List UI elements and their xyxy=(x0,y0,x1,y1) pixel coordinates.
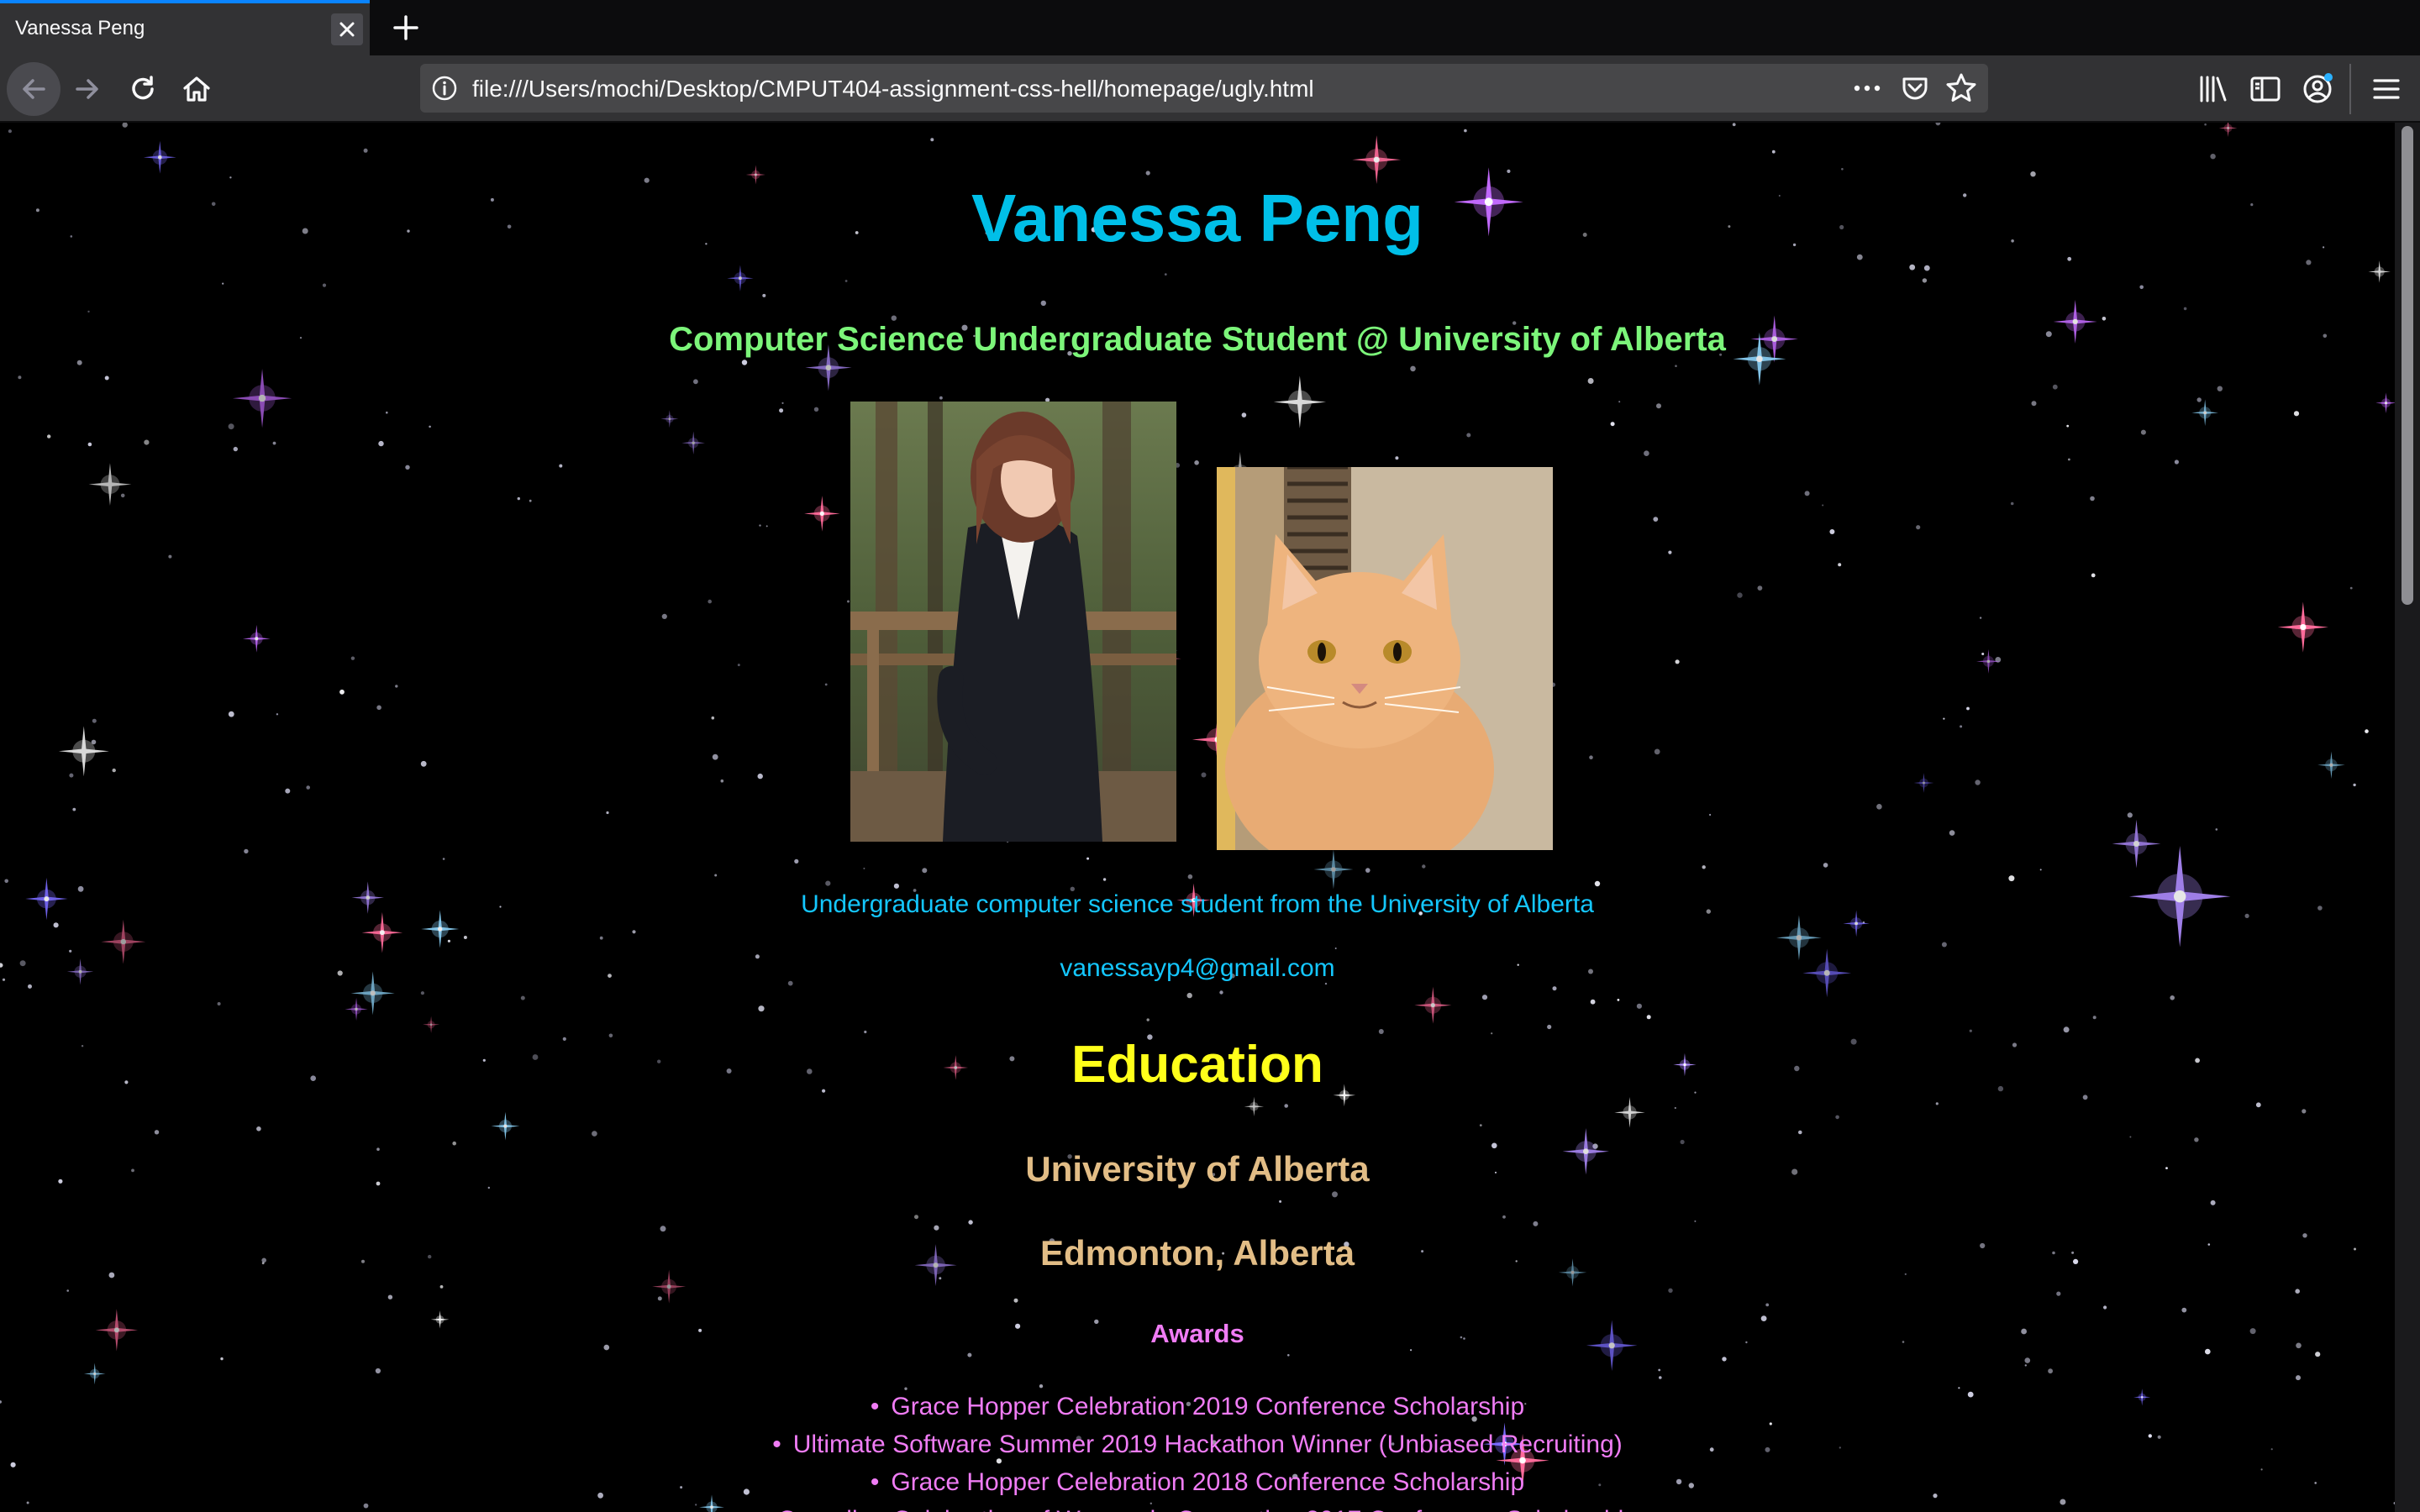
awards-list: Grace Hopper Celebration 2019 Conference… xyxy=(0,1388,2395,1512)
bookmark-star-icon[interactable] xyxy=(1944,71,1978,105)
back-button[interactable] xyxy=(7,62,60,116)
library-icon[interactable] xyxy=(2195,71,2232,108)
address-bar[interactable]: file:///Users/mochi/Desktop/CMPUT404-ass… xyxy=(420,64,1988,113)
account-icon[interactable] xyxy=(2299,71,2336,108)
back-icon xyxy=(23,79,45,99)
university-location: Edmonton, Alberta xyxy=(1039,1233,1355,1273)
email-link[interactable]: vanessayp4@gmail.com xyxy=(0,954,2395,983)
scrollbar-thumb[interactable] xyxy=(2402,126,2413,605)
pocket-icon[interactable] xyxy=(1899,72,1931,104)
active-tab[interactable]: Vanessa Peng xyxy=(0,0,370,55)
home-button[interactable] xyxy=(170,62,224,116)
profile-photo xyxy=(850,402,1176,842)
reload-button[interactable] xyxy=(116,62,170,116)
page-viewport: Vanessa Peng Computer Science Undergradu… xyxy=(0,123,2420,1512)
forward-icon xyxy=(76,79,98,99)
vertical-scrollbar[interactable] xyxy=(2395,123,2420,1512)
url-text[interactable]: file:///Users/mochi/Desktop/CMPUT404-ass… xyxy=(472,76,1314,102)
more-icon[interactable] xyxy=(1849,74,1886,102)
cat-photo xyxy=(1217,467,1553,850)
toolbar-separator xyxy=(2349,64,2351,114)
list-item: Grace Hopper Celebration 2018 Conference… xyxy=(0,1463,2395,1501)
navigation-toolbar: file:///Users/mochi/Desktop/CMPUT404-ass… xyxy=(0,55,2420,123)
subtitle: Computer Science Undergraduate Student @… xyxy=(669,321,1726,358)
list-item: Canadian Celebration of Women in Computi… xyxy=(0,1501,2395,1512)
info-icon[interactable] xyxy=(430,74,459,102)
tab-strip: Vanessa Peng xyxy=(0,0,2420,55)
new-tab-icon[interactable] xyxy=(388,10,424,45)
reload-icon xyxy=(132,76,154,100)
list-item: Grace Hopper Celebration 2019 Conference… xyxy=(0,1388,2395,1425)
awards-heading: Awards xyxy=(1150,1319,1244,1348)
page-title: Vanessa Peng xyxy=(971,181,1424,255)
sidebar-icon[interactable] xyxy=(2247,71,2284,108)
tab-title: Vanessa Peng xyxy=(15,17,145,39)
forward-button[interactable] xyxy=(60,62,114,116)
university-name: University of Alberta xyxy=(1025,1149,1370,1189)
close-tab-icon[interactable] xyxy=(331,13,363,45)
description-text: Undergraduate computer science student f… xyxy=(801,890,1594,918)
list-item: Ultimate Software Summer 2019 Hackathon … xyxy=(0,1425,2395,1463)
education-heading: Education xyxy=(1071,1036,1323,1094)
home-icon xyxy=(183,76,210,102)
menu-icon[interactable] xyxy=(2368,71,2405,108)
